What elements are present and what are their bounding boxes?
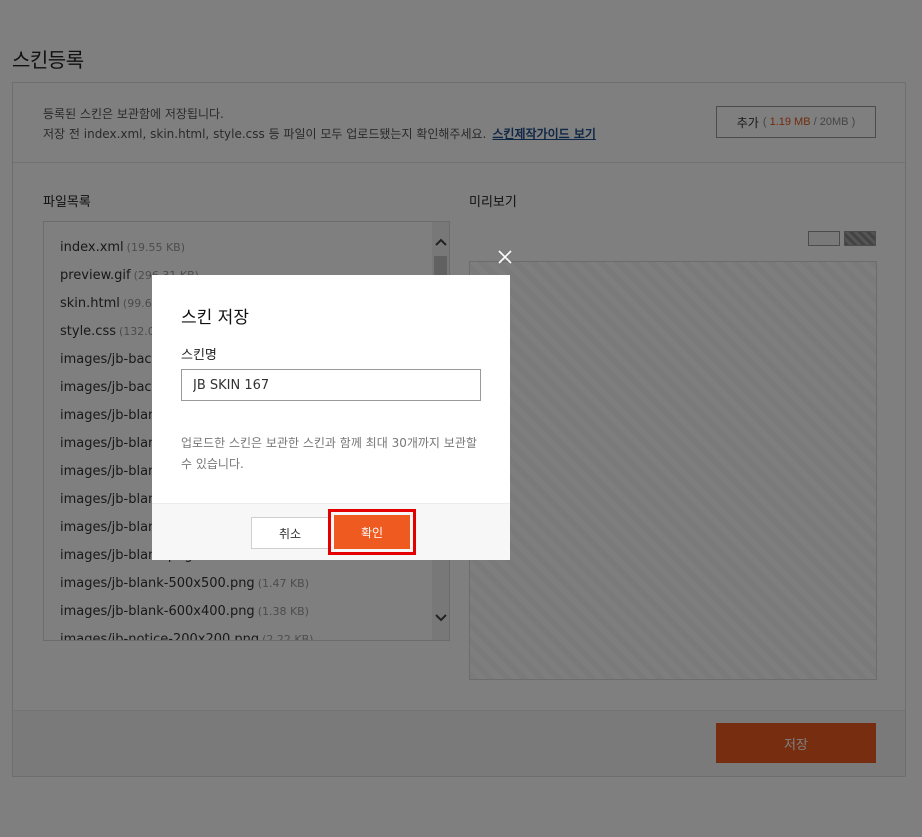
close-icon[interactable] [496, 248, 514, 266]
skin-name-input[interactable] [181, 369, 481, 401]
skin-save-modal: 스킨 저장 스킨명 업로드한 스킨은 보관한 스킨과 함께 최대 30개까지 보… [152, 275, 510, 560]
modal-footer: 취소 확인 [152, 503, 510, 560]
cancel-button[interactable]: 취소 [251, 517, 329, 549]
confirm-button[interactable]: 확인 [334, 515, 410, 549]
confirm-highlight: 확인 [328, 509, 416, 555]
modal-title: 스킨 저장 [181, 308, 249, 328]
modal-note: 업로드한 스킨은 보관한 스킨과 함께 최대 30개까지 보관할 수 있습니다. [181, 436, 477, 471]
skin-name-label: 스킨명 [181, 348, 217, 363]
